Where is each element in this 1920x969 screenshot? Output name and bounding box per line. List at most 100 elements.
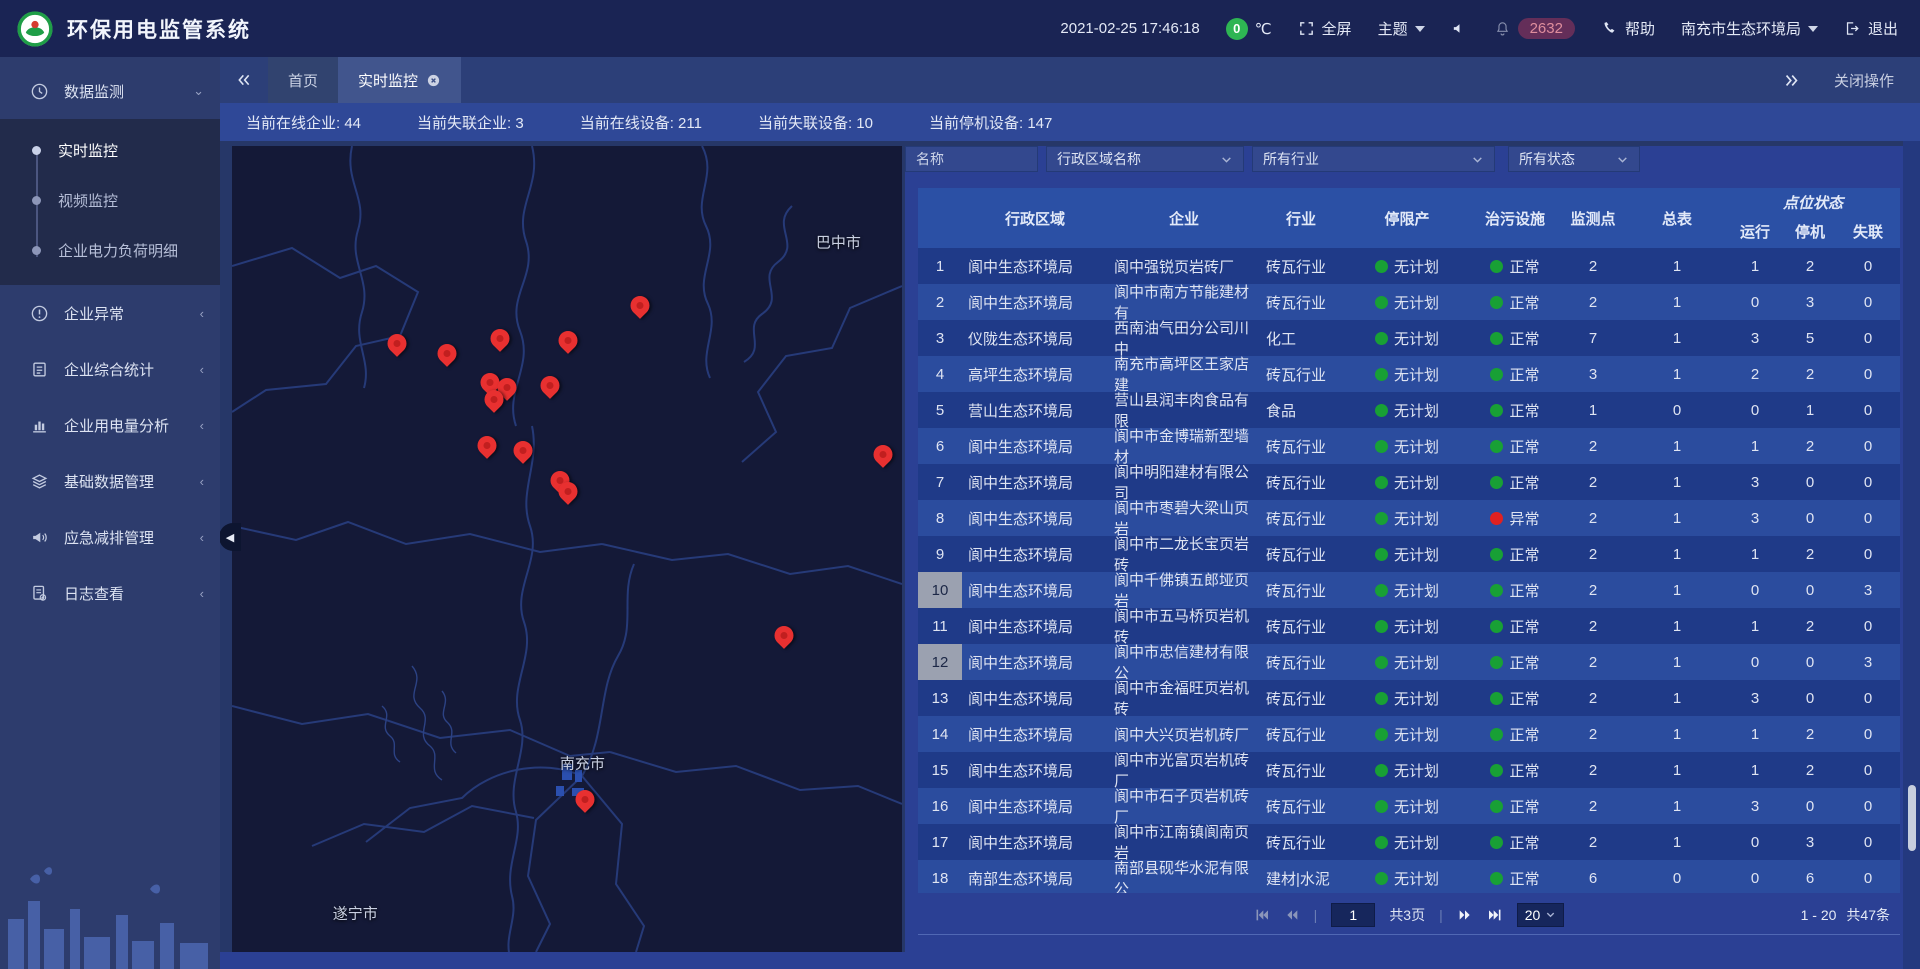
table-row[interactable]: 13阆中生态环境局阆中市金福旺页岩机砖砖瓦行业无计划正常21300	[918, 680, 1900, 716]
sidebar-item-1[interactable]: 数据监测⌄	[0, 63, 220, 119]
cell-stop: 2	[1784, 536, 1836, 572]
help-button[interactable]: 帮助	[1601, 18, 1655, 39]
page-size-select[interactable]: 20	[1517, 903, 1565, 927]
sidebar-item-7[interactable]: 日志查看‹	[0, 565, 220, 621]
sidebar-item-5[interactable]: 基础数据管理‹	[0, 453, 220, 509]
status-select[interactable]: 所有状态	[1508, 146, 1640, 172]
name-search-input[interactable]	[916, 151, 1027, 167]
cell-lost: 3	[1836, 644, 1900, 680]
cell-meters: 0	[1628, 860, 1726, 893]
tabs-scroll-left-button[interactable]	[220, 57, 268, 103]
status-dot-green	[1490, 296, 1503, 309]
sidebar: 数据监测⌄ 实时监控视频监控企业电力负荷明细企业异常‹企业综合统计‹企业用电量分析…	[0, 57, 220, 969]
table-row[interactable]: 8阆中生态环境局阆中市枣碧大梁山页岩砖瓦行业无计划异常21300	[918, 500, 1900, 536]
sidebar-item-3[interactable]: 企业综合统计‹	[0, 341, 220, 397]
map-panel[interactable]: 巴中市南充市遂宁市	[232, 146, 902, 952]
theme-dropdown[interactable]: 主题	[1378, 18, 1425, 39]
notification-area[interactable]: 2632	[1494, 18, 1575, 39]
table-row[interactable]: 15阆中生态环境局阆中市光富页岩机砖厂砖瓦行业无计划正常21120	[918, 752, 1900, 788]
cell-points: 2	[1558, 716, 1628, 752]
row-index-cell: 1	[918, 248, 962, 284]
log-icon	[30, 584, 49, 603]
next-page-button[interactable]	[1457, 907, 1473, 923]
table-row[interactable]: 1阆中生态环境局阆中强锐页岩砖厂砖瓦行业无计划正常21120	[918, 248, 1900, 284]
cell-limit-label: 无计划	[1394, 796, 1439, 817]
cell-region: 阆中生态环境局	[962, 608, 1108, 644]
cell-lost: 0	[1836, 536, 1900, 572]
cell-company: 阆中市石子页岩机砖厂	[1108, 788, 1260, 824]
col-meters: 总表	[1628, 188, 1726, 248]
tab-home[interactable]: 首页	[268, 57, 338, 103]
pager-divider: |	[1439, 907, 1443, 923]
cell-region: 阆中生态环境局	[962, 644, 1108, 680]
gauge-icon	[30, 82, 49, 101]
cell-industry: 砖瓦行业	[1260, 788, 1342, 824]
row-index-cell: 7	[918, 464, 962, 500]
sidebar-item-2[interactable]: 企业异常‹	[0, 285, 220, 341]
cell-company: 西南油气田分公司川中	[1108, 320, 1260, 356]
first-page-button[interactable]	[1254, 907, 1270, 923]
row-index-cell: 16	[918, 788, 962, 824]
prev-page-button[interactable]	[1284, 907, 1300, 923]
cell-meters: 1	[1628, 644, 1726, 680]
cell-meters: 1	[1628, 536, 1726, 572]
cell-industry: 砖瓦行业	[1260, 608, 1342, 644]
cell-industry: 砖瓦行业	[1260, 500, 1342, 536]
chevron-down-icon	[1471, 153, 1484, 166]
sidebar-subitem-1[interactable]: 实时监控	[0, 125, 220, 175]
map-collapse-handle[interactable]: ◀	[219, 523, 241, 551]
cell-points: 2	[1558, 428, 1628, 464]
double-chevron-right-icon[interactable]	[1783, 72, 1800, 89]
cell-points: 1	[1558, 392, 1628, 428]
cell-run: 1	[1726, 752, 1784, 788]
chevron-left-icon: ‹	[200, 306, 204, 321]
page-number-input[interactable]	[1331, 903, 1375, 927]
table-row[interactable]: 11阆中生态环境局阆中市五马桥页岩机砖砖瓦行业无计划正常21120	[918, 608, 1900, 644]
org-dropdown[interactable]: 南充市生态环境局	[1681, 18, 1818, 39]
cell-meters: 1	[1628, 284, 1726, 320]
scrollbar-thumb[interactable]	[1908, 785, 1916, 851]
table-row[interactable]: 9阆中生态环境局阆中市二龙长宝页岩砖砖瓦行业无计划正常21120	[918, 536, 1900, 572]
table-row[interactable]: 4高坪生态环境局南充市高坪区王家店建砖瓦行业无计划正常31220	[918, 356, 1900, 392]
chevron-down-icon: ⌄	[193, 83, 204, 99]
table-row[interactable]: 14阆中生态环境局阆中大兴页岩机砖厂砖瓦行业无计划正常21120	[918, 716, 1900, 752]
status-dot-green	[1490, 836, 1503, 849]
fullscreen-button[interactable]: 全屏	[1298, 18, 1352, 39]
table-row[interactable]: 18南部生态环境局南部县砚华水泥有限公建材|水泥无计划正常60060	[918, 860, 1900, 893]
logout-button[interactable]: 退出	[1844, 18, 1898, 39]
chevron-down-icon	[1415, 26, 1425, 32]
region-select[interactable]: 行政区域名称	[1046, 146, 1244, 172]
tab-realtime-monitor[interactable]: 实时监控	[338, 57, 461, 103]
cell-limit: 无计划	[1342, 860, 1472, 893]
cell-meters: 1	[1628, 356, 1726, 392]
cell-limit-label: 无计划	[1394, 760, 1439, 781]
industry-select[interactable]: 所有行业	[1252, 146, 1495, 172]
sidebar-item-6[interactable]: 应急减排管理‹	[0, 509, 220, 565]
table-row[interactable]: 12阆中生态环境局阆中市忠信建材有限公砖瓦行业无计划正常21003	[918, 644, 1900, 680]
table-row[interactable]: 17阆中生态环境局阆中市江南镇阆南页岩砖瓦行业无计划正常21030	[918, 824, 1900, 860]
sidebar-subitem-3[interactable]: 企业电力负荷明细	[0, 225, 220, 275]
status-dot-green	[1375, 728, 1388, 741]
cell-facility-label: 正常	[1509, 796, 1539, 817]
cell-company: 阆中市江南镇阆南页岩	[1108, 824, 1260, 860]
table-row[interactable]: 5营山生态环境局营山县润丰肉食品有限食品无计划正常10010	[918, 392, 1900, 428]
datetime: 2021-02-25 17:46:18	[1060, 20, 1199, 37]
sidebar-item-label: 基础数据管理	[64, 471, 154, 492]
table-row[interactable]: 10阆中生态环境局阆中千佛镇五郎垭页岩砖瓦行业无计划正常21003	[918, 572, 1900, 608]
table-row[interactable]: 7阆中生态环境局阆中明阳建材有限公司砖瓦行业无计划正常21300	[918, 464, 1900, 500]
close-icon[interactable]	[426, 73, 441, 88]
table-row[interactable]: 6阆中生态环境局阆中市金博瑞新型墙材砖瓦行业无计划正常21120	[918, 428, 1900, 464]
stat-item: 当前失联企业: 3	[417, 112, 524, 133]
cell-region: 阆中生态环境局	[962, 464, 1108, 500]
cell-points: 2	[1558, 572, 1628, 608]
table-row[interactable]: 3仪陇生态环境局西南油气田分公司川中化工无计划正常71350	[918, 320, 1900, 356]
sidebar-item-4[interactable]: 企业用电量分析‹	[0, 397, 220, 453]
col-run: 运行	[1726, 214, 1784, 248]
status-dot-red	[1490, 512, 1503, 525]
last-page-button[interactable]	[1487, 907, 1503, 923]
sidebar-subitem-2[interactable]: 视频监控	[0, 175, 220, 225]
table-row[interactable]: 2阆中生态环境局阆中市南方节能建材有砖瓦行业无计划正常21030	[918, 284, 1900, 320]
sound-button[interactable]	[1451, 20, 1468, 37]
table-row[interactable]: 16阆中生态环境局阆中市石子页岩机砖厂砖瓦行业无计划正常21300	[918, 788, 1900, 824]
close-operations-button[interactable]: 关闭操作	[1834, 70, 1894, 91]
